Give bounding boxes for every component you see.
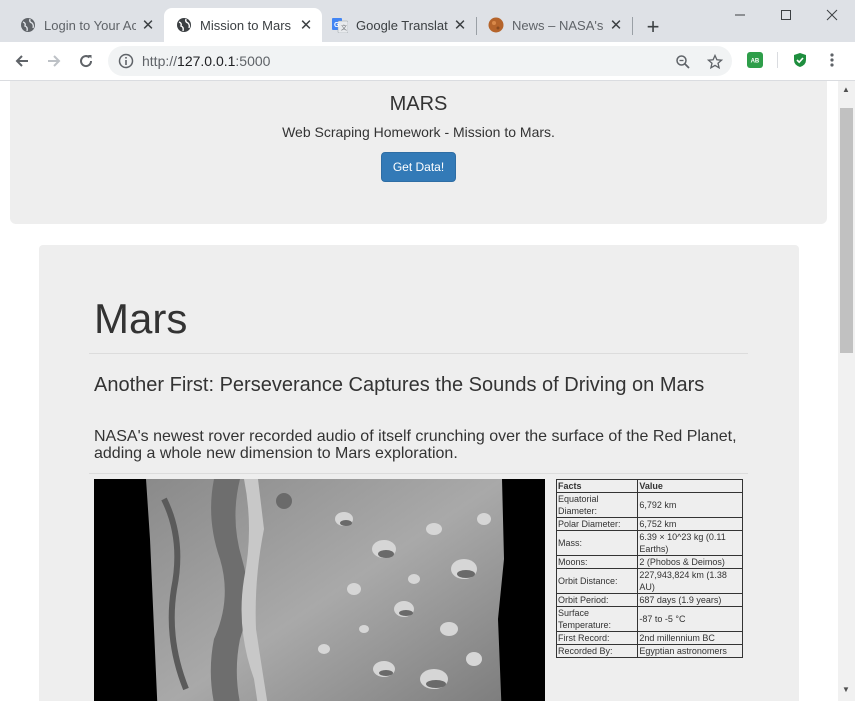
vertical-scrollbar[interactable]: ▲ ▼: [838, 81, 855, 701]
news-paragraph: NASA's newest rover recorded audio of it…: [94, 428, 737, 462]
tab-title: Google Translate: [356, 17, 448, 33]
scrollbar-thumb[interactable]: [840, 108, 853, 353]
back-button[interactable]: [8, 48, 36, 74]
table-row: Moons: 2 (Phobos & Deimos): [555, 555, 743, 569]
tab-login[interactable]: Login to Your Acc ✕: [8, 8, 164, 42]
url-host: 127.0.0.1: [177, 53, 236, 69]
fact-value: 6.39 × 10^23 kg (0.11 Earths): [637, 530, 743, 556]
table-row: Mass: 6.39 × 10^23 kg (0.11 Earths): [555, 530, 743, 556]
new-tab-button[interactable]: +: [640, 14, 666, 40]
fact-label: Mass:: [555, 530, 639, 556]
more-options-icon[interactable]: [822, 50, 842, 70]
tab-title: Login to Your Acc: [44, 17, 136, 33]
page-viewport: MARS Web Scraping Homework - Mission to …: [0, 81, 838, 701]
back-arrow-icon: [15, 55, 28, 67]
news-title: Another First: Perseverance Captures the…: [94, 374, 705, 396]
table-row: Recorded By: Egyptian astronomers: [555, 644, 743, 658]
fact-value: -87 to -5 °C: [637, 606, 743, 632]
table-row: Equatorial Diameter: 6,792 km: [555, 492, 743, 518]
adblock-extension-icon[interactable]: AB: [747, 52, 763, 68]
page-heading: Mars: [94, 295, 188, 342]
close-icon[interactable]: ✕: [298, 17, 314, 34]
divider: [89, 353, 748, 354]
get-data-button[interactable]: Get Data!: [381, 152, 456, 182]
fact-value: 2nd millennium BC: [637, 631, 743, 645]
fact-label: Surface Temperature:: [555, 606, 639, 632]
tab-title: News – NASA's M: [512, 17, 604, 33]
table-row: Orbit Period: 687 days (1.9 years): [555, 593, 743, 607]
site-title: MARS: [389, 93, 448, 115]
fact-label: Polar Diameter:: [555, 517, 639, 531]
zoom-icon[interactable]: [674, 53, 692, 71]
address-bar[interactable]: http://127.0.0.1:5000: [108, 46, 732, 76]
fact-value: 687 days (1.9 years): [637, 593, 743, 607]
table-header-value: Value: [637, 479, 743, 493]
fact-value: 6,792 km: [637, 492, 743, 518]
tab-nasa-news[interactable]: News – NASA's M ✕: [476, 8, 632, 42]
scroll-down-arrow-icon[interactable]: ▼: [842, 685, 850, 694]
globe-icon: [20, 17, 36, 33]
close-icon[interactable]: ✕: [452, 17, 468, 34]
toolbar-separator: [777, 52, 778, 68]
browser-toolbar: http://127.0.0.1:5000: [0, 42, 855, 81]
fact-label: Orbit Distance:: [555, 568, 639, 594]
tab-strip: Login to Your Acc ✕ Mission to Mars ✕ G文…: [0, 0, 855, 42]
mars-favicon: [488, 17, 504, 33]
reload-icon: [80, 55, 93, 68]
mars-panel: Mars Another First: Perseverance Capture…: [39, 245, 799, 701]
reload-button[interactable]: [72, 48, 100, 74]
maximize-button[interactable]: [763, 0, 809, 30]
fact-value: Egyptian astronomers: [637, 644, 743, 658]
fact-value: 227,943,824 km (1.38 AU): [637, 568, 743, 594]
tab-mission-to-mars[interactable]: Mission to Mars ✕: [164, 8, 322, 42]
forward-arrow-icon: [48, 55, 61, 67]
table-row: Surface Temperature: -87 to -5 °C: [555, 606, 743, 632]
fact-label: Recorded By:: [555, 644, 639, 658]
shield-check-extension-icon[interactable]: [792, 52, 808, 68]
fact-label: First Record:: [555, 631, 639, 645]
url-port: :5000: [235, 53, 271, 69]
scroll-up-arrow-icon[interactable]: ▲: [842, 85, 850, 94]
adblock-label: AB: [751, 59, 760, 65]
url-text[interactable]: http://127.0.0.1:5000: [142, 53, 270, 69]
table-header-facts: Facts: [555, 479, 639, 493]
featured-mars-image: [94, 479, 545, 701]
site-subtitle: Web Scraping Homework - Mission to Mars.: [282, 124, 555, 140]
table-row: Orbit Distance: 227,943,824 km (1.38 AU): [555, 568, 743, 594]
table-header-row: Facts Value: [555, 479, 743, 493]
fact-label: Orbit Period:: [555, 593, 639, 607]
svg-text:文: 文: [341, 24, 347, 32]
google-translate-icon: G文: [332, 17, 348, 33]
globe-icon: [176, 17, 192, 33]
tab-separator: [632, 17, 633, 35]
table-row: Polar Diameter: 6,752 km: [555, 517, 743, 531]
close-icon[interactable]: ✕: [608, 17, 624, 34]
tab-title: Mission to Mars: [200, 17, 292, 33]
svg-text:G: G: [334, 22, 340, 29]
close-window-button[interactable]: [809, 0, 855, 30]
minimize-button[interactable]: [717, 0, 763, 30]
header-jumbotron: MARS Web Scraping Homework - Mission to …: [10, 81, 827, 224]
mars-facts-table: Facts Value Equatorial Diameter: 6,792 km…: [555, 479, 743, 658]
divider: [89, 473, 748, 474]
url-scheme: http://: [142, 53, 178, 69]
fact-label: Equatorial Diameter:: [555, 492, 639, 518]
forward-button[interactable]: [40, 48, 68, 74]
close-icon[interactable]: ✕: [140, 17, 156, 34]
info-icon[interactable]: [118, 53, 134, 69]
fact-value: 6,752 km: [637, 517, 743, 531]
fact-label: Moons:: [555, 555, 639, 569]
bookmark-star-icon[interactable]: [706, 53, 724, 71]
tab-google-translate[interactable]: G文 Google Translate ✕: [320, 8, 476, 42]
table-row: First Record: 2nd millennium BC: [555, 631, 743, 645]
fact-value: 2 (Phobos & Deimos): [637, 555, 743, 569]
